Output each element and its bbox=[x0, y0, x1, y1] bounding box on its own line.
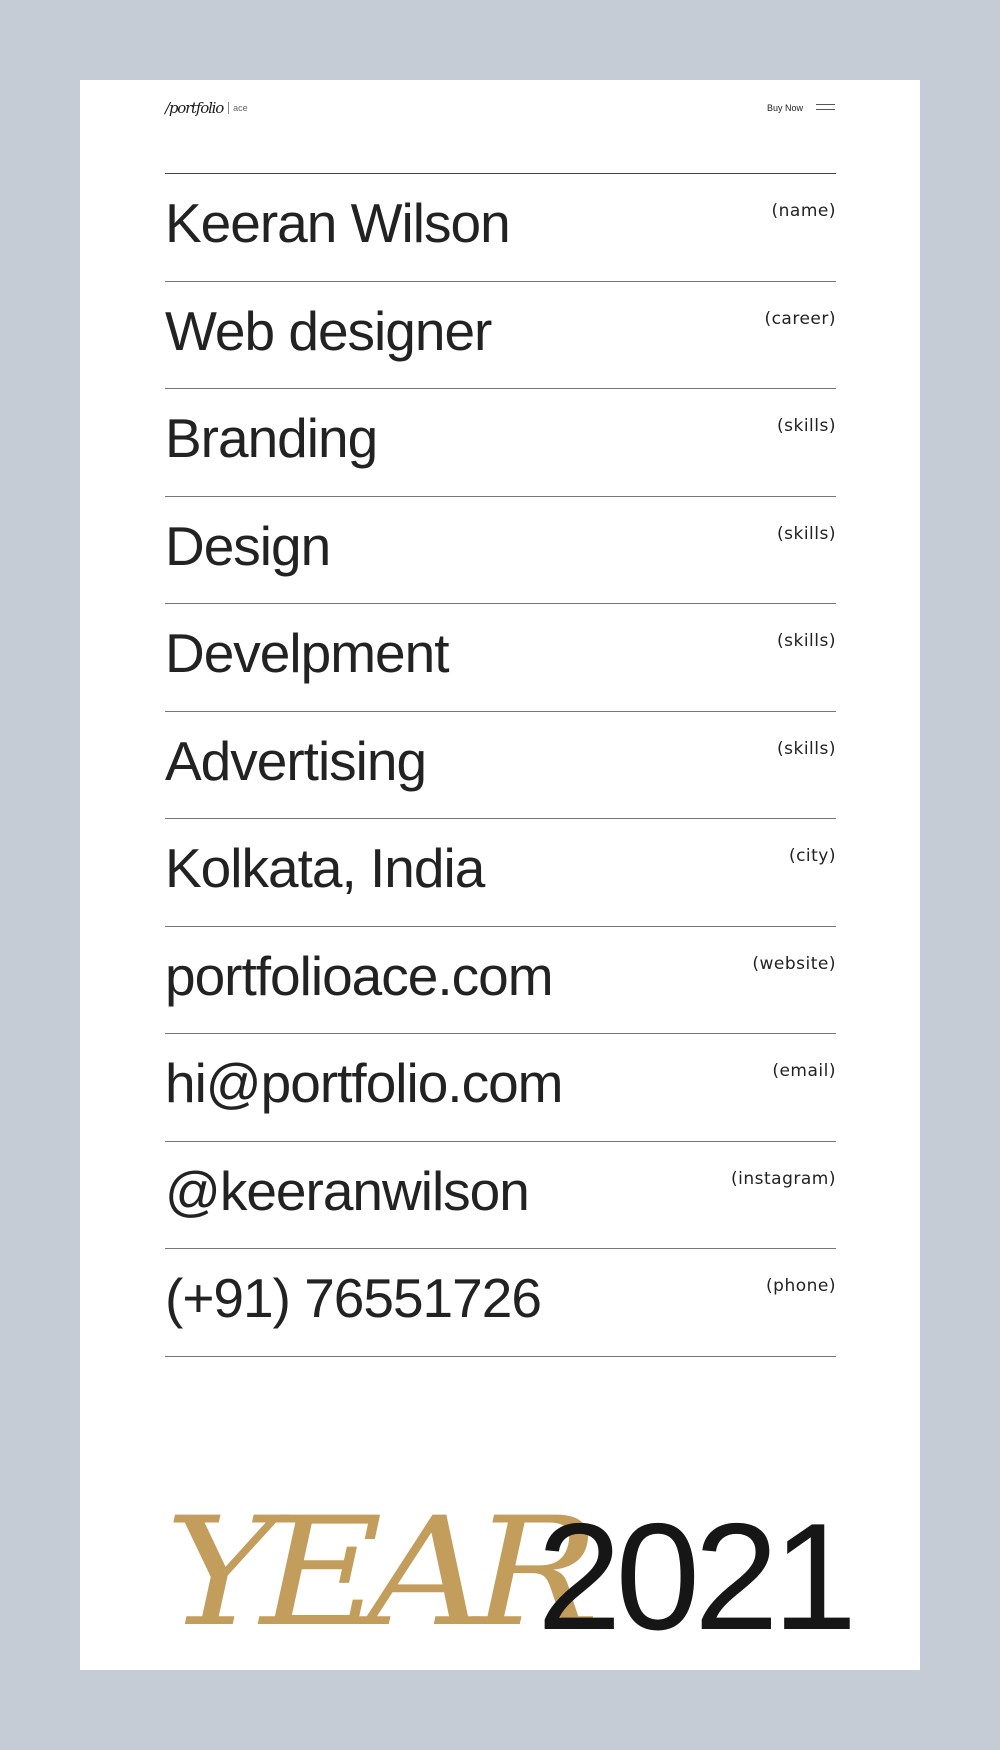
info-row-phone: (+91) 76551726 (phone) bbox=[165, 1249, 836, 1357]
info-label: (skills) bbox=[777, 523, 836, 544]
info-label: (website) bbox=[752, 953, 836, 974]
logo-suffix: ace bbox=[233, 103, 248, 113]
info-row-instagram: @keeranwilson (instagram) bbox=[165, 1142, 836, 1249]
top-bar: /portfolio ace Buy Now bbox=[165, 93, 835, 123]
info-label: (skills) bbox=[777, 631, 836, 651]
info-row-career: Web designer (career) bbox=[165, 282, 836, 389]
instagram-link[interactable]: @keeranwilson bbox=[165, 1163, 530, 1219]
info-label: (phone) bbox=[766, 1276, 836, 1296]
info-label: (city) bbox=[788, 846, 836, 866]
info-value: Kolkata, India bbox=[165, 837, 485, 899]
info-label: (email) bbox=[772, 1061, 836, 1081]
menu-icon-line-bottom bbox=[816, 109, 835, 110]
info-label: (instagram) bbox=[731, 1168, 836, 1189]
portfolio-card: /portfolio ace Buy Now Keeran Wilson (na… bbox=[80, 80, 920, 1670]
info-row-skill-branding: Branding (skills) bbox=[165, 389, 836, 497]
info-row-skill-design: Design (skills) bbox=[165, 497, 836, 604]
info-value: Design bbox=[165, 514, 331, 577]
info-label: (skills) bbox=[777, 416, 836, 436]
info-row-city: Kolkata, India (city) bbox=[165, 819, 836, 927]
year-heading: YEAR 2021 bbox=[165, 1486, 857, 1660]
info-value: Develpment bbox=[165, 622, 449, 684]
year-number: 2021 bbox=[537, 1492, 857, 1662]
info-value: Web designer bbox=[165, 299, 492, 362]
info-label: (skills) bbox=[777, 738, 836, 759]
logo-divider bbox=[228, 102, 230, 114]
info-value: Keeran Wilson bbox=[165, 192, 511, 254]
hamburger-menu-icon[interactable] bbox=[816, 103, 835, 112]
info-row-name: Keeran Wilson (name) bbox=[165, 174, 836, 282]
info-row-email: hi@portfolio.com (email) bbox=[165, 1034, 836, 1142]
info-row-skill-development: Develpment (skills) bbox=[165, 604, 836, 712]
menu-icon-line-top bbox=[816, 104, 835, 105]
info-label: (career) bbox=[764, 308, 836, 329]
info-label: (name) bbox=[771, 201, 836, 221]
info-row-website: portfolioace.com (website) bbox=[165, 927, 836, 1034]
website-link[interactable]: portfolioace.com bbox=[165, 948, 554, 1004]
year-word: YEAR bbox=[165, 1486, 599, 1660]
profile-info-list: Keeran Wilson (name) Web designer (caree… bbox=[165, 173, 836, 1357]
phone-link[interactable]: (+91) 76551726 bbox=[165, 1271, 542, 1326]
buy-now-link[interactable]: Buy Now bbox=[767, 93, 803, 123]
email-link[interactable]: hi@portfolio.com bbox=[165, 1056, 563, 1111]
info-value: Branding bbox=[165, 407, 378, 469]
logo[interactable]: /portfolio ace bbox=[165, 93, 248, 123]
info-value: Advertising bbox=[165, 729, 427, 792]
logo-wordmark: /portfolio bbox=[165, 99, 224, 117]
info-row-skill-advertising: Advertising (skills) bbox=[165, 712, 836, 819]
